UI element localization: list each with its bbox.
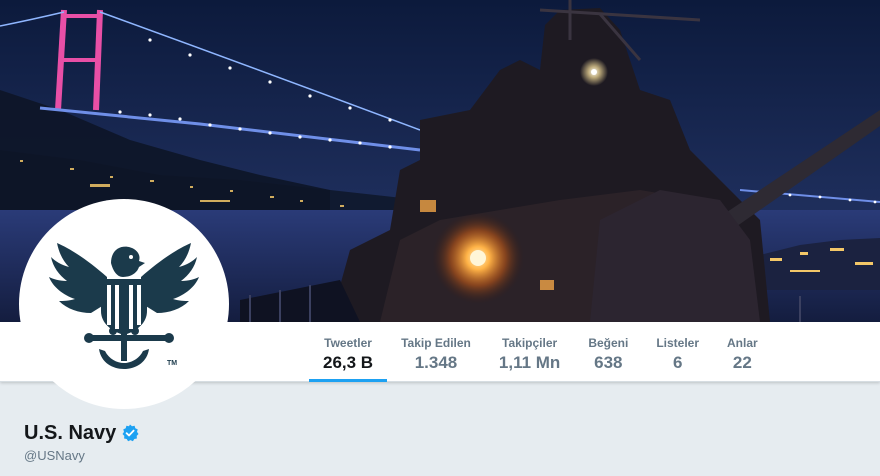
stat-lists-label: Listeler xyxy=(656,336,700,350)
stat-likes-value: 638 xyxy=(594,353,623,372)
stat-followers[interactable]: Takipçiler 1,11 Mn xyxy=(485,322,574,382)
navy-eagle-anchor-emblem-icon: TM xyxy=(49,243,199,369)
profile-name[interactable]: U.S. Navy xyxy=(24,420,116,446)
profile-stats-list: Tweetler 26,3 B Takip Edilen 1.348 Takip… xyxy=(309,322,772,382)
stat-following-value: 1.348 xyxy=(414,353,458,372)
profile-screen-name[interactable]: @USNavy xyxy=(24,448,139,464)
profile-avatar[interactable]: TM xyxy=(19,199,229,409)
profile-card: U.S. Navy @USNavy xyxy=(24,420,139,464)
stat-tweets-label: Tweetler xyxy=(324,336,372,350)
stat-tweets[interactable]: Tweetler 26,3 B xyxy=(309,322,388,382)
stat-followers-label: Takipçiler xyxy=(502,336,558,350)
name-row: U.S. Navy xyxy=(24,420,139,446)
stat-moments-value: 22 xyxy=(732,353,752,372)
stat-tweets-value: 26,3 B xyxy=(323,353,374,372)
verified-badge-icon xyxy=(121,424,139,442)
stat-moments-label: Anlar xyxy=(727,336,758,350)
stat-likes[interactable]: Beğeni 638 xyxy=(574,322,642,382)
profile-page: Tweetler 26,3 B Takip Edilen 1.348 Takip… xyxy=(0,0,880,476)
stat-following[interactable]: Takip Edilen 1.348 xyxy=(387,322,485,382)
stat-likes-label: Beğeni xyxy=(588,336,629,350)
stat-lists-value: 6 xyxy=(672,353,683,372)
stat-following-label: Takip Edilen xyxy=(401,336,471,350)
stat-lists[interactable]: Listeler 6 xyxy=(642,322,713,382)
stat-followers-value: 1,11 Mn xyxy=(498,353,561,372)
stat-moments[interactable]: Anlar 22 xyxy=(713,322,772,382)
svg-text:TM: TM xyxy=(167,360,177,367)
